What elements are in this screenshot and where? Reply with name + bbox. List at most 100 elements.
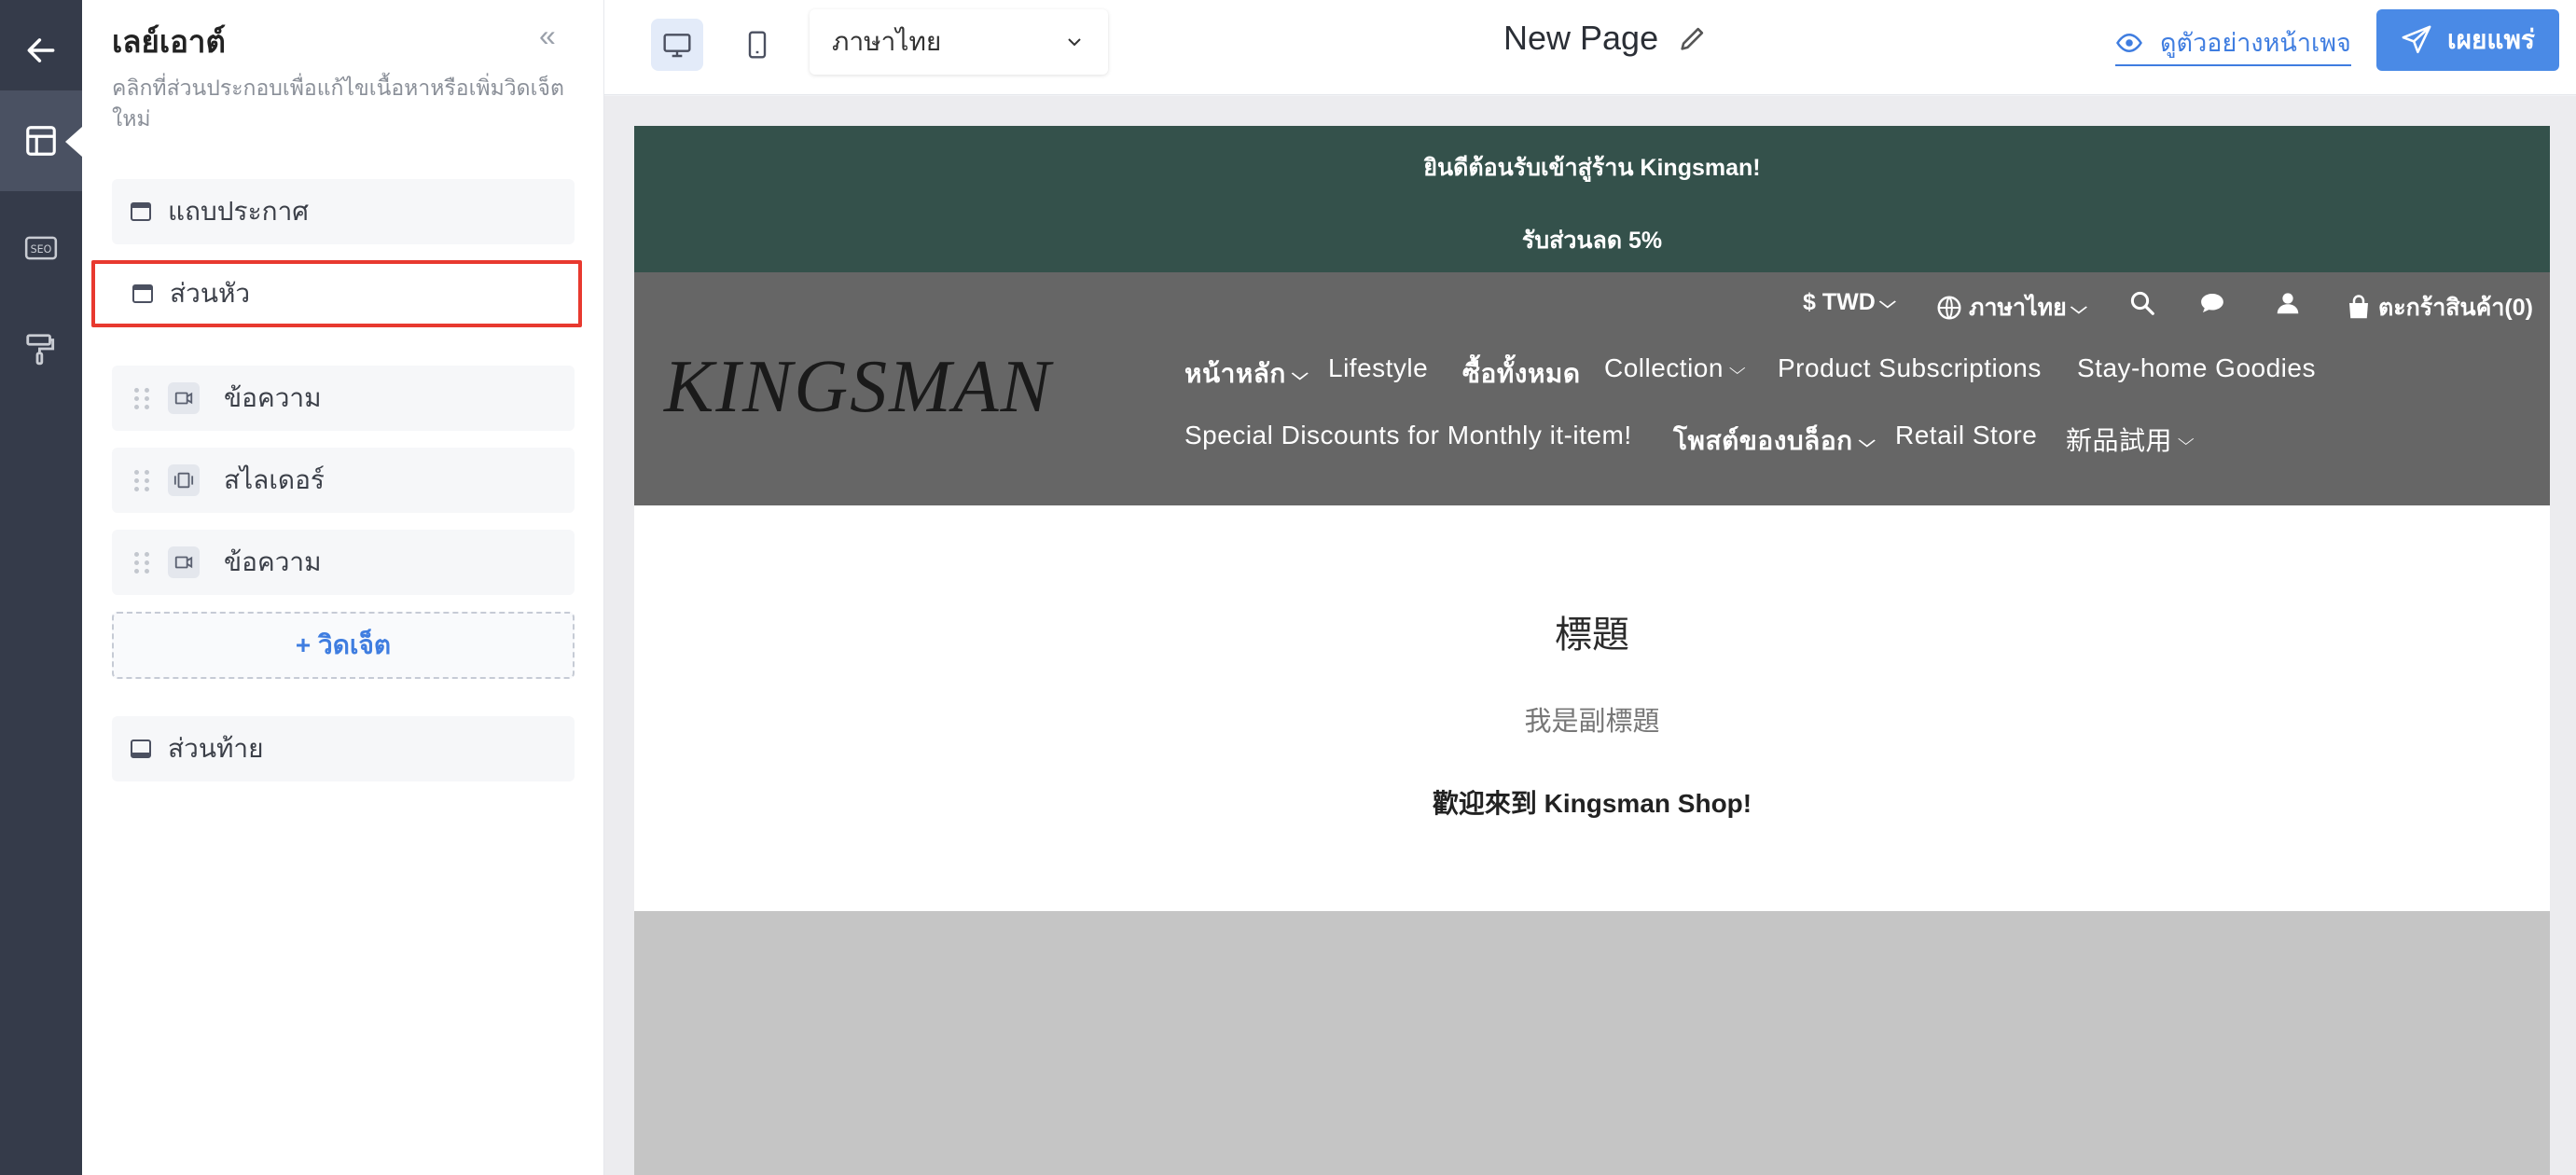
store-language-selector[interactable]: ภาษาไทย ⌵ [1935,289,2087,326]
nav-product-subscriptions[interactable]: Product Subscriptions [1778,353,2042,383]
search-icon [2130,291,2154,315]
nav-shop-all[interactable]: ซื้อทั้งหมด [1462,353,1581,394]
store-header[interactable]: KINGSMAN $ TWD ⌵ ภาษาไทย ⌵ ตะกร้าสินค้า(… [634,272,2550,505]
section-footer[interactable]: ส่วนท้าย [112,716,575,781]
store-language-value: ภาษาไทย [1969,295,2067,321]
shopping-bag-icon [2349,295,2368,319]
widget-label: สไลเดอร์ [224,465,325,494]
widget-text-2[interactable]: ข้อความ [112,530,575,595]
widget-label: ข้อความ [224,547,322,576]
drag-handle-icon[interactable] [134,551,149,574]
chevron-down-icon: ⌵ [2070,297,2087,317]
publish-button[interactable]: เผยแพร่ [2376,9,2559,71]
nav-label: ซื้อทั้งหมด [1462,359,1581,388]
seo-icon: SEO [24,236,58,260]
layout-icon [26,126,56,156]
add-widget-button[interactable]: + วิดเจ็ต [112,612,575,679]
back-button[interactable] [0,0,82,101]
nav-blog-posts[interactable]: โพสต์ของบล็อก ⌵ [1673,421,1876,462]
eye-icon [2116,33,2142,52]
nav-home[interactable]: หน้าหลัก ⌵ [1184,353,1309,394]
text-widget-icon [168,546,200,578]
nav-label: 新品試用 [2066,426,2173,455]
cart-button[interactable]: ตะกร้าสินค้า(0) [2345,289,2533,326]
section-heading: 標題 [1555,615,1629,656]
preview-label: ดูตัวอย่างหน้าเพจ [2160,29,2351,57]
nav-label: Retail Store [1895,421,2038,449]
chevron-down-icon: ⌵ [2177,429,2195,449]
section-header[interactable]: ส่วนหัว [91,260,582,327]
mobile-view-button[interactable] [731,19,783,71]
back-arrow-icon [27,38,55,62]
section-label: แถบประกาศ [168,197,310,226]
collapse-panel-icon[interactable]: « [539,21,556,50]
pencil-icon[interactable] [1677,22,1709,54]
desktop-icon [663,34,691,58]
chat-icon [2201,294,2223,312]
section-icon [131,202,151,221]
nav-label: Stay-home Goodies [2077,353,2316,382]
section-body-text: 歡迎來到 Kingsman Shop! [1432,789,1752,818]
globe-icon [1937,296,1961,320]
widget-text-1[interactable]: ข้อความ [112,366,575,431]
nav-label: Collection [1604,353,1724,382]
rail-design-button[interactable] [0,298,82,399]
nav-lifestyle[interactable]: Lifestyle [1328,353,1428,383]
active-pointer [65,127,82,157]
chat-button[interactable] [2198,289,2226,317]
editor-topbar: ภาษาไทย New Page ดูตัวอย่างหน้าเพจ เผยแพ… [604,0,2576,95]
text-section[interactable]: 標題 我是副標題 歡迎來到 Kingsman Shop! [634,505,2550,911]
layout-panel: เลย์เอาต์ « คลิกที่ส่วนประกอบเพื่อแก้ไขเ… [82,0,604,1175]
left-rail: SEO [0,0,82,1175]
announcement-bar[interactable]: ยินดีต้อนรับเข้าสู่ร้าน Kingsman! รับส่ว… [634,126,2550,272]
nav-special-discounts[interactable]: Special Discounts for Monthly it-item! [1184,421,1632,450]
announcement-line-1: ยินดีต้อนรับเข้าสู่ร้าน Kingsman! [1423,155,1761,181]
slider-section[interactable] [634,911,2550,1175]
chevron-down-icon: ⌵ [1728,358,1747,378]
publish-label: เผยแพร่ [2447,25,2535,54]
currency-selector[interactable]: $ TWD ⌵ [1803,289,1895,316]
paint-roller-icon [26,334,55,366]
page-title: New Page [1503,19,1709,58]
widget-slider[interactable]: สไลเดอร์ [112,448,575,513]
nav-new-trial[interactable]: 新品試用 ⌵ [2066,421,2195,458]
editor-canvas: ยินดีต้อนรับเข้าสู่ร้าน Kingsman! รับส่ว… [604,96,2576,1175]
nav-retail-store[interactable]: Retail Store [1895,421,2037,450]
preview-page-link[interactable]: ดูตัวอย่างหน้าเพจ [2115,22,2351,66]
rail-seo-button[interactable]: SEO [0,198,82,298]
section-announcement-bar[interactable]: แถบประกาศ [112,179,575,244]
drag-handle-icon[interactable] [134,387,149,409]
desktop-view-button[interactable] [651,19,703,71]
nav-collection[interactable]: Collection ⌵ [1604,353,1747,383]
send-icon [2402,25,2431,54]
drag-handle-icon[interactable] [134,469,149,491]
nav-stay-home-goodies[interactable]: Stay-home Goodies [2077,353,2316,383]
user-icon [2277,293,2299,314]
search-button[interactable] [2128,289,2156,317]
nav-label: โพสต์ของบล็อก [1673,426,1853,455]
account-button[interactable] [2274,289,2302,317]
store-logo[interactable]: KINGSMAN [664,345,1052,430]
nav-label: Lifestyle [1328,353,1429,382]
page-title-text: New Page [1503,19,1659,57]
slider-widget-icon [168,464,200,496]
language-select[interactable]: ภาษาไทย [810,9,1108,75]
section-label: ส่วนหัว [170,279,251,308]
currency-value: $ TWD [1803,289,1876,315]
text-widget-icon [168,382,200,414]
svg-text:SEO: SEO [31,243,52,256]
panel-description: คลิกที่ส่วนประกอบเพื่อแก้ไขเนื้อหาหรือเพ… [112,76,564,131]
page-preview[interactable]: ยินดีต้อนรับเข้าสู่ร้าน Kingsman! รับส่ว… [634,126,2550,1175]
chevron-down-icon: ⌵ [1858,431,1876,450]
nav-label: หน้าหลัก [1184,359,1286,388]
section-icon [132,284,153,303]
language-value: ภาษาไทย [832,27,942,56]
section-subheading: 我是副標題 [1524,707,1660,737]
cart-label: ตะกร้าสินค้า(0) [2378,295,2533,321]
section-label: ส่วนท้าย [168,734,264,763]
nav-label: Product Subscriptions [1778,353,2042,382]
nav-label: Special Discounts for Monthly it-item! [1184,421,1632,449]
chevron-down-icon: ⌵ [1291,364,1309,383]
widget-label: ข้อความ [224,383,322,412]
announcement-line-2: รับส่วนลด 5% [1521,228,1663,254]
